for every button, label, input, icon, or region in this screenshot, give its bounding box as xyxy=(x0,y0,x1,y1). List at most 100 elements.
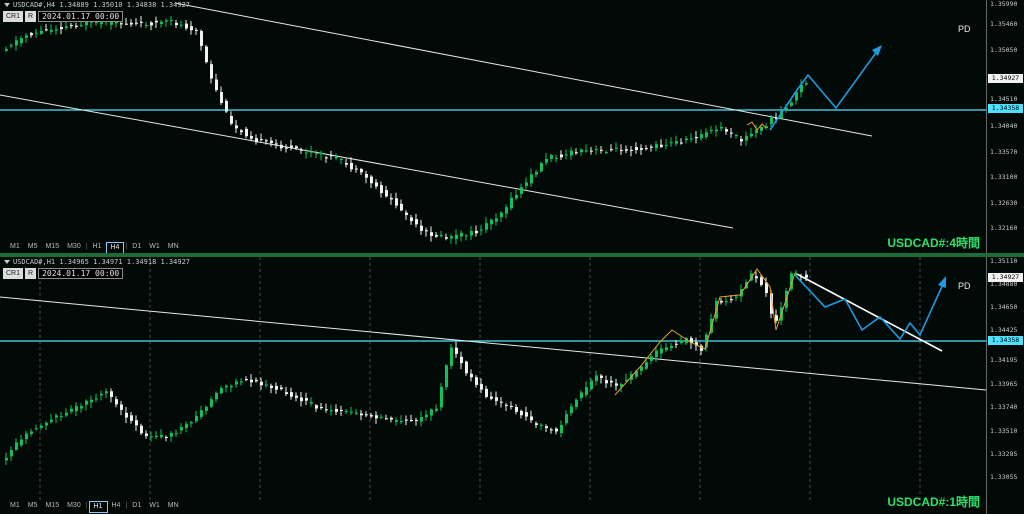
candle-body xyxy=(275,143,278,145)
candle-body xyxy=(560,154,563,158)
candle-body xyxy=(690,138,693,140)
candle-body xyxy=(525,412,528,417)
candle-body xyxy=(55,29,58,31)
timeframe-h4[interactable]: H4 xyxy=(108,501,125,513)
candle-body xyxy=(25,35,28,38)
timeframe-h1[interactable]: H1 xyxy=(88,501,108,513)
candle-body xyxy=(210,64,213,79)
candle-body xyxy=(760,126,763,131)
candle-body xyxy=(485,388,488,397)
candle-body xyxy=(190,26,193,31)
candle-body xyxy=(310,151,313,153)
h1-chart-canvas[interactable] xyxy=(0,257,1024,514)
timeframe-m5[interactable]: M5 xyxy=(24,242,42,253)
timeframe-d1[interactable]: D1 xyxy=(128,501,145,513)
date-box: 2024.01.17 00:00 xyxy=(38,268,124,279)
cr-tag[interactable]: CR1 xyxy=(3,268,24,279)
candle-body xyxy=(455,234,458,240)
level-price-label: 1.34358 xyxy=(988,104,1023,113)
candle-body xyxy=(220,92,223,103)
candle-body xyxy=(250,379,253,383)
candle-body xyxy=(80,406,83,409)
h4-chart-title: USDCAD#:4時間 xyxy=(887,236,980,250)
candle-body xyxy=(355,412,358,414)
candle-body xyxy=(135,420,138,426)
candle-body xyxy=(510,197,513,209)
timeframe-mn[interactable]: MN xyxy=(164,501,183,513)
timeframe-w1[interactable]: W1 xyxy=(145,242,164,253)
timeframe-m30[interactable]: M30 xyxy=(63,242,85,253)
candle-body xyxy=(5,48,8,51)
candle-body xyxy=(215,79,218,91)
candle-body xyxy=(450,236,453,239)
h4-chart-canvas[interactable] xyxy=(0,0,1024,253)
timeframe-m15[interactable]: M15 xyxy=(41,501,63,513)
candle-body xyxy=(575,399,578,407)
r-tag[interactable]: R xyxy=(25,11,37,22)
candle-body xyxy=(545,158,548,163)
candle-body xyxy=(585,387,588,395)
candle-body xyxy=(155,20,158,23)
cr-tag[interactable]: CR1 xyxy=(3,11,24,22)
candle-body xyxy=(225,385,228,388)
candle-body xyxy=(505,404,508,406)
candle-body xyxy=(445,365,448,388)
candle-body xyxy=(405,419,408,421)
candle-body xyxy=(675,343,678,345)
timeframe-m1[interactable]: M1 xyxy=(6,242,24,253)
candle-body xyxy=(180,24,183,26)
candle-body xyxy=(40,425,43,428)
candle-body xyxy=(580,392,583,398)
candle-body xyxy=(65,412,68,416)
candle-body xyxy=(805,274,808,278)
candle-body xyxy=(370,415,373,417)
collapse-triangle-icon[interactable] xyxy=(4,3,10,7)
candle-body xyxy=(640,148,643,150)
candle-body xyxy=(445,237,448,239)
candle-body xyxy=(615,147,618,149)
candle-body xyxy=(650,146,653,148)
timeframe-m5[interactable]: M5 xyxy=(24,501,42,513)
candle-body xyxy=(185,23,188,29)
h1-chart-panel[interactable]: USDCAD#,H1 1.34965 1.34971 1.34918 1.349… xyxy=(0,257,1024,514)
candle-body xyxy=(280,387,283,390)
candle-body xyxy=(440,386,443,408)
candle-body xyxy=(750,133,753,137)
h4-chart-panel[interactable]: USDCAD#,H4 1.34889 1.35010 1.34838 1.349… xyxy=(0,0,1024,253)
candle-body xyxy=(315,405,318,409)
timeframe-m30[interactable]: M30 xyxy=(63,501,85,513)
candle-body xyxy=(205,406,208,411)
candle-body xyxy=(140,21,143,23)
timeframe-h4[interactable]: H4 xyxy=(105,242,125,253)
candle-body xyxy=(520,410,523,416)
candle-body xyxy=(655,144,658,149)
timeframe-d1[interactable]: D1 xyxy=(128,242,145,253)
candle-body xyxy=(80,25,83,27)
price-tick: 1.33285 xyxy=(990,450,1018,458)
price-tick: 1.33100 xyxy=(990,173,1018,181)
timeframe-m15[interactable]: M15 xyxy=(41,242,63,253)
candle-body xyxy=(170,19,173,21)
collapse-triangle-icon[interactable] xyxy=(4,260,10,264)
candle-body xyxy=(370,176,373,184)
candle-body xyxy=(325,409,328,411)
candle-body xyxy=(285,392,288,395)
candle-body xyxy=(385,190,388,197)
timeframe-m1[interactable]: M1 xyxy=(6,501,24,513)
candle-body xyxy=(50,29,53,32)
timeframe-w1[interactable]: W1 xyxy=(145,501,164,513)
candle-body xyxy=(190,422,193,424)
candle-body xyxy=(270,385,273,389)
candle-body xyxy=(375,182,378,187)
candle-body xyxy=(100,22,103,25)
candle-body xyxy=(505,207,508,214)
candle-body xyxy=(595,148,598,150)
candle-body xyxy=(435,235,438,237)
timeframe-mn[interactable]: MN xyxy=(164,242,183,253)
r-tag[interactable]: R xyxy=(25,268,37,279)
timeframe-h1[interactable]: H1 xyxy=(89,242,106,253)
candle-body xyxy=(280,144,283,149)
candle-body xyxy=(230,116,233,124)
price-tick: 1.35110 xyxy=(990,257,1018,265)
candle-body xyxy=(605,152,608,154)
